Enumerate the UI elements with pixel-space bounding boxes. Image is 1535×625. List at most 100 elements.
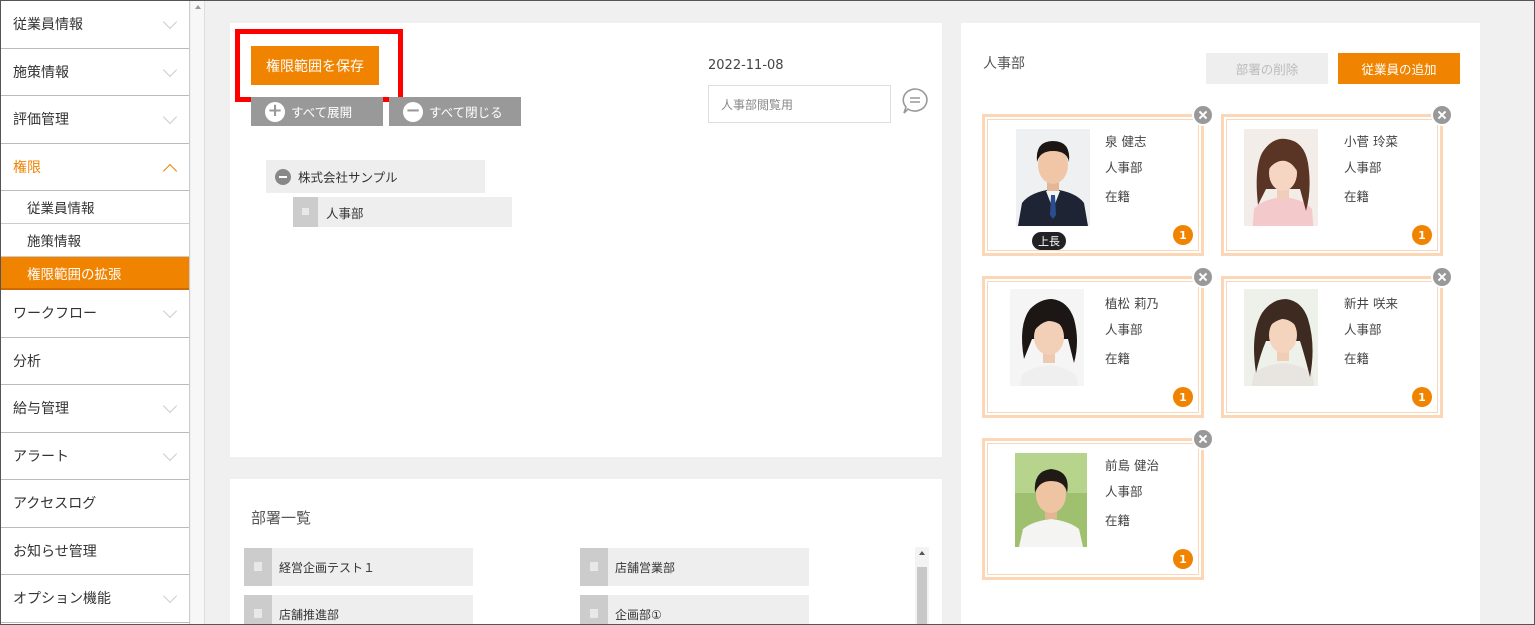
drag-handle-icon[interactable] — [244, 595, 272, 624]
employee-card[interactable]: 植松 莉乃 人事部 在籍 1 — [982, 266, 1214, 418]
sidebar-item-label: 権限 — [13, 159, 41, 176]
sidebar-item-workflow[interactable]: ワークフロー — [1, 290, 189, 338]
chevron-down-icon — [162, 588, 178, 604]
sidebar-subitem-employee-info[interactable]: 従業員情報 — [1, 191, 189, 224]
employee-card[interactable]: 上長 泉 健志 人事部 在籍 1 — [982, 104, 1214, 256]
sidebar-subitem-permission-scope[interactable]: 権限範囲の拡張 — [1, 257, 189, 290]
count-badge: 1 — [1173, 549, 1193, 569]
chevron-down-icon — [162, 303, 178, 319]
employee-dept: 人事部 — [1344, 160, 1382, 175]
drag-handle-icon[interactable] — [580, 548, 608, 586]
date-label: 2022-11-08 — [708, 58, 784, 73]
employee-photo — [1244, 289, 1318, 386]
employee-name: 前島 健治 — [1105, 458, 1159, 473]
tree-node-label: 株式会社サンプル — [298, 170, 398, 185]
employee-name: 小菅 玲菜 — [1344, 134, 1398, 149]
scroll-up-arrow-icon[interactable] — [195, 5, 201, 9]
dept-list-scrollbar[interactable] — [915, 547, 929, 624]
employee-dept: 人事部 — [1105, 484, 1143, 499]
tree-node-root[interactable]: 株式会社サンプル — [266, 160, 485, 193]
employee-card[interactable]: 前島 健治 人事部 在籍 1 — [982, 428, 1214, 580]
count-badge: 1 — [1173, 387, 1193, 407]
close-icon[interactable] — [1431, 104, 1453, 126]
sidebar-subitem-label: 従業員情報 — [27, 201, 95, 217]
tree-node-hr[interactable]: 人事部 — [293, 197, 512, 227]
sidebar-item-permissions[interactable]: 権限 — [1, 144, 189, 191]
highlight-box — [235, 29, 403, 102]
employee-name: 泉 健志 — [1105, 134, 1147, 149]
scroll-up-arrow-icon[interactable] — [919, 551, 925, 555]
expand-all-button[interactable]: + すべて展開 — [251, 97, 383, 126]
drag-handle-icon[interactable] — [580, 595, 608, 624]
employee-status: 在籍 — [1344, 351, 1370, 366]
employee-dept: 人事部 — [1105, 322, 1143, 337]
sidebar-item-options[interactable]: オプション機能 — [1, 575, 189, 623]
sidebar-item-measures[interactable]: 施策情報 — [1, 49, 189, 96]
count-badge: 1 — [1173, 225, 1193, 245]
chevron-down-icon — [162, 14, 178, 30]
drag-handle-icon[interactable] — [244, 548, 272, 586]
sidebar-item-label: 分析 — [13, 353, 41, 370]
sidebar-item-access-log[interactable]: アクセスログ — [1, 480, 189, 528]
collapse-all-label: すべて閉じる — [429, 105, 503, 120]
sidebar-item-label: 評価管理 — [13, 112, 69, 129]
employee-name: 植松 莉乃 — [1105, 296, 1159, 311]
close-icon[interactable] — [1192, 104, 1214, 126]
employee-status: 在籍 — [1344, 189, 1370, 204]
sidebar-item-analysis[interactable]: 分析 — [1, 338, 189, 385]
add-employee-button[interactable]: 従業員の追加 — [1338, 53, 1460, 84]
close-icon[interactable] — [1431, 266, 1453, 288]
dept-list-item[interactable]: 店舗営業部 — [580, 548, 809, 586]
minus-icon: − — [403, 101, 423, 122]
tree-node-label: 人事部 — [326, 205, 364, 221]
dept-list-item[interactable]: 企画部① — [580, 595, 809, 624]
sidebar-item-alert[interactable]: アラート — [1, 433, 189, 480]
sidebar-subitem-measures[interactable]: 施策情報 — [1, 224, 189, 257]
close-icon[interactable] — [1192, 266, 1214, 288]
chevron-up-icon — [162, 163, 178, 178]
delete-dept-button[interactable]: 部署の削除 — [1206, 53, 1328, 84]
dept-item-label: 企画部① — [615, 607, 662, 622]
dept-item-label: 店舗推進部 — [279, 607, 340, 622]
expand-all-label: すべて展開 — [291, 105, 353, 120]
sidebar-item-employee-info[interactable]: 従業員情報 — [1, 1, 189, 49]
plus-icon: + — [265, 101, 285, 122]
sidebar-item-label: 施策情報 — [13, 64, 69, 81]
sidebar-item-label: お知らせ管理 — [13, 543, 97, 560]
count-badge: 1 — [1412, 225, 1432, 245]
sidebar-item-label: 従業員情報 — [13, 17, 83, 34]
chevron-down-icon — [162, 398, 178, 414]
employee-dept: 人事部 — [1344, 322, 1382, 337]
sidebar-item-notice[interactable]: お知らせ管理 — [1, 528, 189, 575]
sidebar-item-label: アラート — [13, 448, 69, 465]
sidebar-item-evaluation[interactable]: 評価管理 — [1, 96, 189, 144]
drag-handle-icon[interactable] — [293, 197, 318, 227]
dept-item-label: 経営企画テスト１ — [279, 560, 376, 575]
sidebar-item-label: ワークフロー — [13, 306, 97, 323]
employee-photo-image — [1016, 129, 1090, 226]
comment-input[interactable]: 人事部閲覧用 — [708, 85, 891, 123]
dept-list-item[interactable]: 店舗推進部 — [244, 595, 473, 624]
chevron-down-icon — [162, 109, 178, 125]
employee-name: 新井 咲来 — [1344, 296, 1398, 311]
employee-photo — [1015, 453, 1089, 550]
employee-card[interactable]: 小菅 玲菜 人事部 在籍 1 — [1221, 104, 1453, 256]
sidebar-subitem-label: 権限範囲の拡張 — [27, 266, 122, 283]
employee-photo-image — [1015, 453, 1087, 547]
sidebar-item-payroll[interactable]: 給与管理 — [1, 385, 189, 433]
sidebar: 従業員情報 施策情報 評価管理 権限 従業員情報 施策情報 権限範囲の拡張 ワー… — [1, 1, 190, 624]
sidebar-subitem-label: 施策情報 — [27, 234, 81, 250]
comment-icon[interactable] — [901, 87, 929, 115]
close-icon[interactable] — [1192, 428, 1214, 450]
employee-status: 在籍 — [1105, 351, 1131, 366]
collapse-all-button[interactable]: − すべて閉じる — [389, 97, 521, 126]
employee-photo — [1010, 289, 1084, 386]
dept-list-item[interactable]: 経営企画テスト１ — [244, 548, 473, 586]
sidebar-scrollbar[interactable] — [191, 1, 205, 624]
employee-photo-image — [1010, 289, 1084, 386]
employee-card[interactable]: 新井 咲来 人事部 在籍 1 — [1221, 266, 1453, 418]
sidebar-item-label: アクセスログ — [13, 496, 97, 513]
scrollbar-thumb[interactable] — [917, 567, 927, 624]
employee-status: 在籍 — [1105, 513, 1131, 528]
collapse-node-icon[interactable] — [275, 169, 291, 185]
